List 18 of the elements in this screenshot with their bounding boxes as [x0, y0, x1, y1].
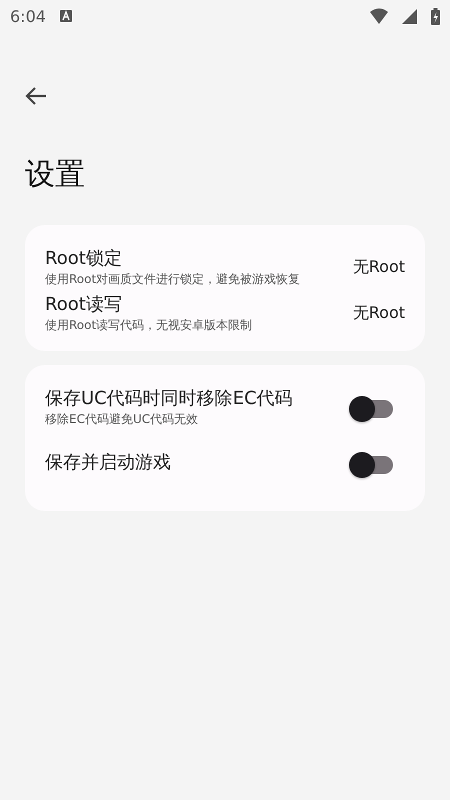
- setting-title: 保存UC代码时同时移除EC代码: [45, 387, 294, 411]
- keyboard-notification-icon: [60, 10, 72, 22]
- back-arrow-icon: [25, 87, 47, 105]
- signal-icon: [402, 8, 417, 24]
- setting-title: 保存并启动游戏: [45, 451, 172, 475]
- setting-title: Root锁定: [45, 247, 123, 271]
- setting-value: 无Root: [352, 256, 405, 278]
- battery-icon: [431, 8, 440, 24]
- status-time: 6:04: [10, 6, 46, 26]
- toggle-switch[interactable]: [349, 451, 393, 475]
- setting-description: 使用Root读写代码，无视安卓版本限制: [45, 317, 254, 333]
- page-title: 设置: [25, 156, 86, 194]
- wifi-icon: [370, 8, 388, 24]
- setting-title: Root读写: [45, 293, 123, 317]
- setting-description: 使用Root对画质文件进行锁定，避免被游戏恢复: [45, 271, 302, 287]
- toggle-switch[interactable]: [349, 395, 393, 419]
- setting-value: 无Root: [352, 302, 405, 324]
- setting-description: 移除EC代码避免UC代码无效: [45, 411, 200, 427]
